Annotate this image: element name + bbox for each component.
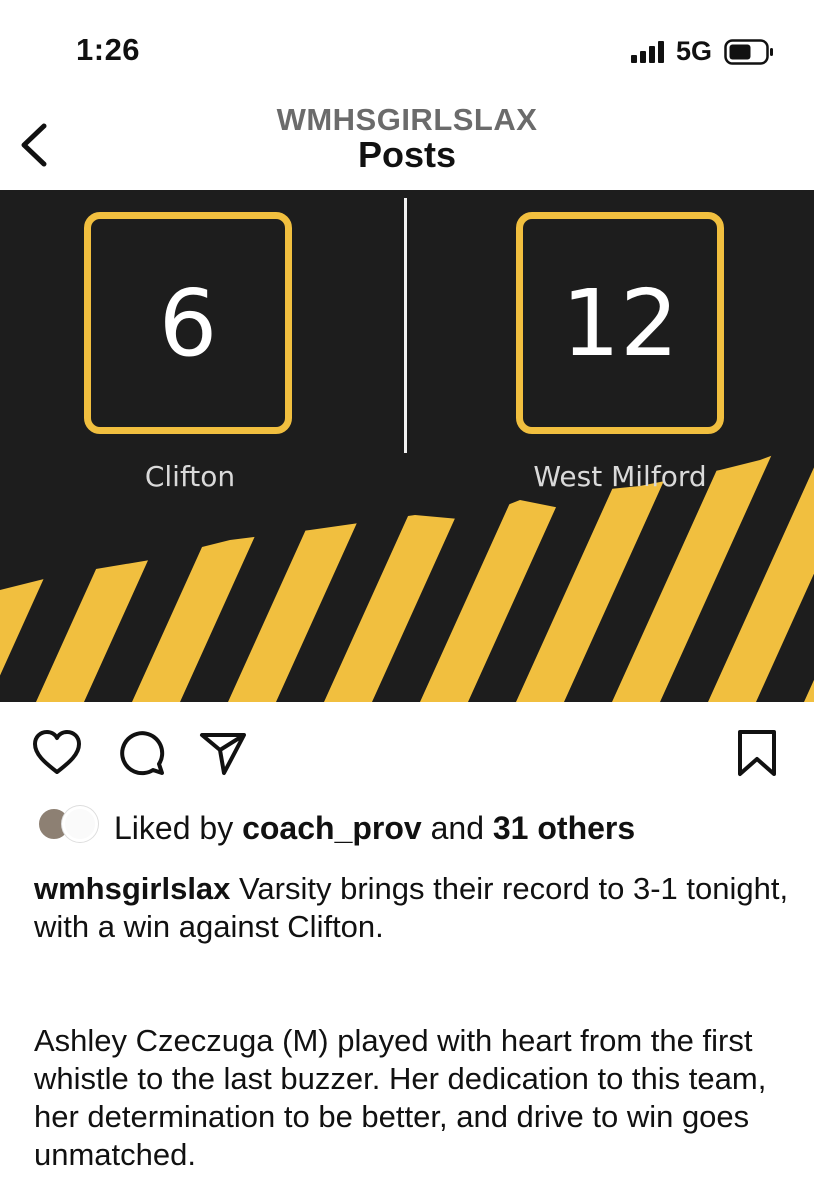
status-time: 1:26 <box>76 32 141 67</box>
signal-icon <box>631 41 664 63</box>
home-score: 6 <box>158 269 218 377</box>
away-team-name: West Milford <box>533 460 707 493</box>
away-score: 12 <box>561 269 679 377</box>
post-actions <box>0 718 814 788</box>
network-type: 5G <box>676 36 713 66</box>
caption-text-2: Ashley Czeczuga (M) played with heart fr… <box>34 1023 767 1172</box>
away-score-box: 12 <box>516 212 724 434</box>
post-caption: wmhsgirlslax Varsity brings their record… <box>34 870 794 1174</box>
post-image[interactable]: 6 12 Clifton West Milford <box>0 190 814 702</box>
page-title: Posts <box>357 134 457 175</box>
share-icon[interactable] <box>196 726 250 780</box>
heart-icon[interactable] <box>30 726 84 780</box>
battery-icon <box>724 39 773 65</box>
liked-by-user[interactable]: coach_prov <box>242 810 422 846</box>
score-divider <box>404 198 407 453</box>
home-score-box: 6 <box>84 212 292 434</box>
nav-bar: WMHSGIRLSLAX Posts <box>0 100 814 192</box>
home-team-name: Clifton <box>144 460 236 493</box>
likes-summary: Liked by coach_prov and 31 others <box>114 810 636 846</box>
account-name[interactable]: WMHSGIRLSLAX <box>0 102 814 138</box>
likes-count[interactable]: 31 others <box>493 810 635 846</box>
team-logo-avatar <box>62 806 98 842</box>
bookmark-icon[interactable] <box>730 726 784 780</box>
comment-icon[interactable] <box>115 726 169 780</box>
caption-username[interactable]: wmhsgirlslax <box>34 871 230 906</box>
status-bar: 1:26 5G <box>0 0 814 100</box>
likes-row[interactable]: Liked by coach_prov and 31 others <box>32 800 792 860</box>
